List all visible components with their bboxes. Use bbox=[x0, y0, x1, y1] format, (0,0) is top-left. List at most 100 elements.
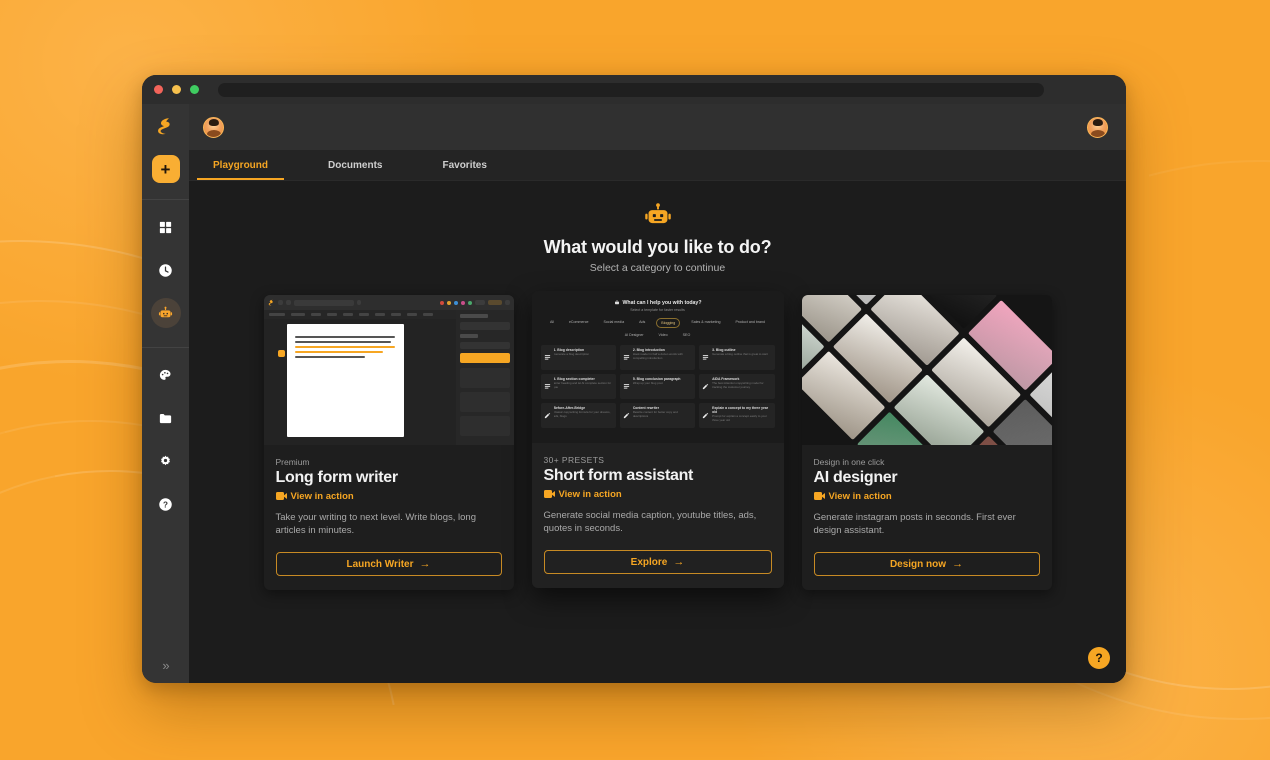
video-camera-icon bbox=[275, 492, 287, 501]
tab-bar: Playground Documents Favorites bbox=[189, 150, 1126, 181]
preset-tile[interactable]: AIDA Framework The best Attention copywr… bbox=[699, 374, 775, 399]
sidebar-divider-2 bbox=[142, 347, 189, 348]
tab-documents[interactable]: Documents bbox=[324, 150, 386, 180]
chip-social-media[interactable]: Social media bbox=[600, 318, 629, 328]
chip-blogging[interactable]: Blogging bbox=[656, 318, 681, 328]
pencil-icon bbox=[703, 383, 709, 390]
address-bar[interactable] bbox=[218, 82, 1044, 97]
preset-tile[interactable]: Content rewriter Rewrite content for bet… bbox=[619, 403, 696, 428]
preset-title: 5. Blog conclusion paragraph bbox=[632, 377, 681, 381]
robot-icon bbox=[158, 306, 173, 317]
window-minimize-button[interactable] bbox=[172, 85, 181, 94]
user-avatar[interactable] bbox=[1087, 116, 1108, 138]
clock-icon bbox=[159, 263, 172, 277]
tab-playground[interactable]: Playground bbox=[196, 150, 285, 180]
new-item-button[interactable]: + bbox=[151, 155, 180, 183]
view-in-action-link[interactable]: View in action bbox=[813, 491, 1040, 502]
view-in-action-link[interactable]: View in action bbox=[543, 488, 772, 500]
card-ai-designer[interactable]: Design in one click AI designer View in … bbox=[801, 295, 1052, 591]
preset-desc: Enter heading and let AI complete sectio… bbox=[553, 382, 612, 389]
preset-tile[interactable]: Before-After-Bridge Classic copywriting … bbox=[540, 403, 616, 428]
presets-subheading: Select a template for faster results bbox=[630, 308, 685, 312]
brand-logo[interactable] bbox=[153, 113, 179, 139]
cta-label: Design now bbox=[889, 558, 947, 570]
chip-ads[interactable]: Ads bbox=[635, 318, 649, 328]
card-body: Design in one click AI designer View in … bbox=[802, 445, 1052, 590]
arrow-right-icon: → bbox=[419, 558, 431, 571]
presets-screenshot-thumbnail: What can I help you with today? Select a… bbox=[531, 291, 784, 443]
sidebar-item-assistant[interactable] bbox=[150, 298, 181, 328]
design-now-button[interactable]: Design now → bbox=[813, 552, 1040, 577]
sidebar-item-help[interactable]: ? bbox=[151, 489, 181, 519]
card-short-form-assistant[interactable]: What can I help you with today? Select a… bbox=[531, 291, 784, 589]
preset-tile[interactable]: 3. Blog outline Generate a blog outline … bbox=[699, 345, 775, 370]
preset-tile[interactable]: 4. Blog section completer Enter heading … bbox=[540, 374, 616, 399]
sidebar-item-files[interactable] bbox=[151, 403, 181, 433]
preset-title: 1. Blog description bbox=[553, 348, 585, 352]
chip-ecommerce[interactable]: eCommerce bbox=[565, 318, 593, 328]
card-kicker: 30+ PRESETS bbox=[543, 455, 605, 465]
pencil-icon bbox=[544, 412, 550, 419]
preset-desc: Rewrite content for better copy and desc… bbox=[632, 411, 678, 418]
launch-writer-button[interactable]: Launch Writer → bbox=[275, 552, 502, 577]
preset-desc: Prompt for explain a concept easily to y… bbox=[712, 415, 767, 422]
chip-ai-designer[interactable]: AI Designer bbox=[621, 331, 648, 339]
chip-sales-marketing[interactable]: Sales & marketing bbox=[687, 318, 724, 328]
list-icon bbox=[544, 384, 550, 389]
preset-title: Before-After-Bridge bbox=[553, 406, 586, 410]
help-circle-icon: ? bbox=[159, 497, 172, 511]
card-title: Short form assistant bbox=[543, 467, 694, 484]
robot-icon bbox=[644, 203, 671, 224]
preset-tile[interactable]: 1. Blog description Generate a blog desc… bbox=[540, 345, 616, 370]
preset-title: AIDA Framework bbox=[712, 377, 740, 381]
workspace-avatar[interactable] bbox=[203, 116, 224, 138]
category-card-deck: Premium Long form writer View in action … bbox=[263, 291, 1052, 591]
card-description: Generate instagram posts in seconds. Fir… bbox=[813, 511, 1016, 537]
preset-title: Content rewriter bbox=[632, 406, 660, 410]
card-description: Take your writing to next level. Write b… bbox=[275, 511, 476, 537]
chip-product-and-brand[interactable]: Product and brand bbox=[731, 318, 769, 328]
chip-video[interactable]: Video bbox=[655, 331, 672, 339]
video-camera-icon bbox=[543, 490, 555, 499]
sidebar-item-dashboard[interactable] bbox=[151, 212, 181, 242]
arrow-right-icon: → bbox=[952, 558, 964, 571]
chip-seo[interactable]: SEO bbox=[679, 331, 695, 339]
main-panel: What would you like to do? Select a cate… bbox=[189, 181, 1126, 683]
preset-title: 2. Blog introduction bbox=[632, 348, 665, 352]
robot-icon-mini bbox=[614, 300, 619, 305]
view-in-action-label: View in action bbox=[558, 488, 622, 500]
folder-icon bbox=[159, 413, 172, 423]
page-title: What would you like to do? bbox=[543, 237, 772, 257]
card-body: 30+ PRESETS Short form assistant View in… bbox=[532, 443, 784, 588]
window-close-button[interactable] bbox=[154, 85, 163, 94]
card-long-form-writer[interactable]: Premium Long form writer View in action … bbox=[263, 295, 514, 591]
window-maximize-button[interactable] bbox=[190, 85, 199, 94]
editor-screenshot-thumbnail bbox=[263, 295, 514, 445]
sidebar-divider bbox=[142, 199, 189, 200]
view-in-action-link[interactable]: View in action bbox=[275, 490, 502, 502]
preset-tile[interactable]: 2. Blog introduction Hook reader in half… bbox=[619, 345, 696, 370]
palette-icon bbox=[159, 369, 171, 380]
card-kicker: Design in one click bbox=[813, 457, 885, 467]
view-in-action-label: View in action bbox=[290, 490, 354, 502]
cta-label: Explore bbox=[630, 556, 668, 568]
window-body: + ? » Playground Documents Favorites Wha… bbox=[142, 104, 1126, 683]
video-camera-icon bbox=[813, 492, 825, 501]
grid-icon bbox=[159, 221, 172, 233]
sidebar-item-history[interactable] bbox=[151, 255, 181, 285]
tab-favorites[interactable]: Favorites bbox=[438, 150, 490, 180]
brand-logo-mini bbox=[268, 299, 273, 306]
explore-button[interactable]: Explore → bbox=[543, 550, 772, 575]
list-icon bbox=[623, 384, 629, 389]
preset-tile[interactable]: Explain a concept to my three year old P… bbox=[699, 403, 775, 428]
help-button[interactable]: ? bbox=[1088, 647, 1110, 669]
chip-all[interactable]: All bbox=[546, 318, 558, 328]
top-bar bbox=[189, 104, 1126, 150]
preset-tile[interactable]: 5. Blog conclusion paragraph Wrap up you… bbox=[619, 374, 696, 399]
sidebar-item-design[interactable] bbox=[151, 360, 181, 390]
list-icon bbox=[544, 355, 550, 360]
card-kicker: Premium bbox=[275, 457, 310, 467]
sidebar-expand-button[interactable]: » bbox=[142, 658, 189, 673]
browser-window: + ? » Playground Documents Favorites Wha… bbox=[142, 75, 1126, 683]
sidebar-item-settings[interactable] bbox=[151, 446, 181, 476]
